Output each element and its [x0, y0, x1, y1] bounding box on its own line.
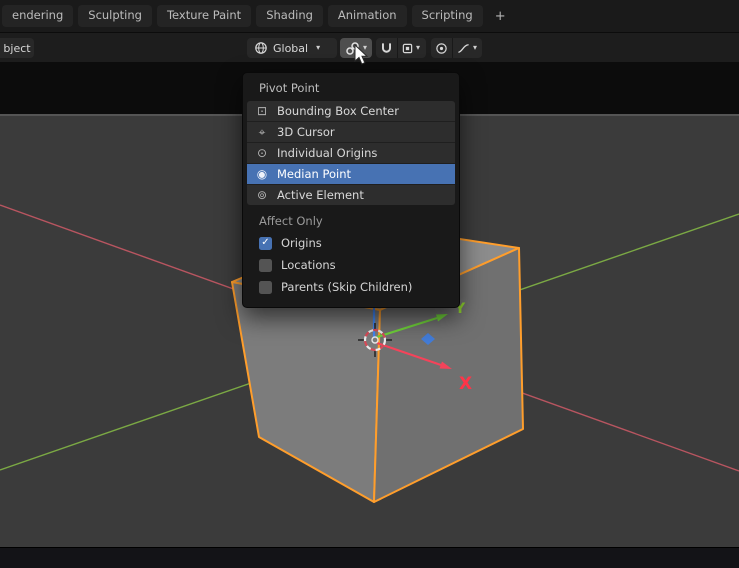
- chevron-down-icon: ▾: [316, 43, 321, 52]
- status-bar: [0, 547, 739, 568]
- cube-left-face: [231, 281, 381, 503]
- menu-item-label: 3D Cursor: [277, 125, 335, 139]
- checkbox-row-origins[interactable]: ✓ Origins: [243, 232, 459, 254]
- affect-only-section: Affect Only ✓ Origins Locations Parents …: [243, 214, 459, 298]
- cursor-3d-icon: ⌖: [258, 125, 266, 139]
- snap-settings-dropdown[interactable]: ▾: [398, 38, 424, 58]
- section-title: Affect Only: [259, 214, 323, 228]
- snapping-controls: ▾: [376, 38, 426, 58]
- tab-texture-paint[interactable]: Texture Paint: [156, 5, 252, 27]
- global-orientation-icon: [255, 42, 267, 54]
- tab-shading[interactable]: Shading: [256, 5, 323, 27]
- chevron-down-icon: ▾: [473, 43, 478, 52]
- checkbox-label: Origins: [281, 236, 322, 250]
- proportional-edit-toggle[interactable]: [431, 38, 452, 58]
- menu-item-label: Individual Origins: [277, 146, 378, 160]
- menu-item-bounding-box-center[interactable]: ⊡ Bounding Box Center: [247, 101, 455, 122]
- menu-item-3d-cursor[interactable]: ⌖ 3D Cursor: [247, 122, 455, 143]
- snap-target-icon: [402, 43, 413, 53]
- median-point-icon: ◉: [256, 167, 268, 181]
- menu-item-label: Active Element: [277, 188, 364, 202]
- tab-sculpting[interactable]: Sculpting: [78, 5, 152, 27]
- individual-origins-icon: ⊙: [256, 146, 268, 160]
- origins-checkbox[interactable]: ✓: [259, 236, 272, 250]
- blender-window: endering Sculpting Texture Paint Shading…: [0, 0, 739, 568]
- proportional-edit-icon: [436, 42, 447, 54]
- tab-rendering[interactable]: endering: [2, 5, 74, 27]
- chevron-down-icon: ▾: [416, 43, 421, 52]
- object-mode-dropdown[interactable]: bject: [0, 38, 34, 58]
- menu-item-label: Bounding Box Center: [277, 104, 399, 118]
- orientation-label: Global: [273, 41, 309, 55]
- add-workspace-button[interactable]: +: [488, 7, 513, 26]
- bounding-box-center-icon: ⊡: [256, 104, 268, 118]
- proportional-edit-controls: ▾: [431, 38, 482, 58]
- falloff-dropdown[interactable]: ▾: [453, 38, 481, 58]
- snap-toggle-button[interactable]: [376, 38, 397, 58]
- menu-item-label: Median Point: [277, 167, 352, 181]
- locations-checkbox[interactable]: [259, 258, 272, 272]
- tab-animation[interactable]: Animation: [327, 5, 407, 27]
- magnet-icon: [381, 42, 392, 53]
- menu-item-individual-origins[interactable]: ⊙ Individual Origins: [247, 143, 455, 164]
- pivot-point-menu: Pivot Point ⊡ Bounding Box Center ⌖ 3D C…: [242, 72, 460, 308]
- menu-title: Pivot Point: [259, 81, 320, 95]
- menu-item-active-element[interactable]: ⊚ Active Element: [247, 185, 455, 205]
- workspace-tabbar: endering Sculpting Texture Paint Shading…: [0, 0, 739, 33]
- active-element-icon: ⊚: [256, 188, 268, 202]
- menu-item-median-point[interactable]: ◉ Median Point: [247, 164, 455, 185]
- transform-orientation-dropdown[interactable]: Global ▾: [247, 38, 337, 58]
- checkbox-label: Parents (Skip Children): [281, 280, 413, 294]
- falloff-curve-icon: [458, 43, 469, 53]
- object-mode-label: bject: [3, 41, 31, 55]
- checkbox-row-locations[interactable]: Locations: [243, 254, 459, 276]
- checkbox-row-parents[interactable]: Parents (Skip Children): [243, 276, 459, 298]
- viewport-header: bject Global ▾ ▾ ▾ ▾: [0, 34, 739, 62]
- pivot-options-list: ⊡ Bounding Box Center ⌖ 3D Cursor ⊙ Indi…: [247, 101, 455, 205]
- tab-scripting[interactable]: Scripting: [411, 5, 483, 27]
- parents-checkbox[interactable]: [259, 280, 272, 294]
- mouse-cursor: [354, 44, 369, 65]
- check-icon: ✓: [261, 237, 270, 248]
- checkbox-label: Locations: [281, 258, 336, 272]
- x-axis-label: X: [459, 374, 472, 394]
